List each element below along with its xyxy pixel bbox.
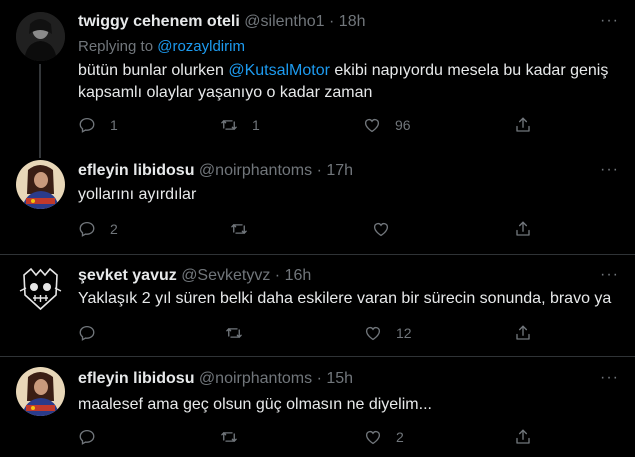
timestamp[interactable]: 16h bbox=[285, 267, 312, 284]
avatar[interactable] bbox=[16, 265, 65, 314]
retweet-icon bbox=[225, 324, 243, 342]
avatar-image bbox=[16, 265, 65, 314]
replying-to: Replying to @rozayldirim bbox=[78, 38, 245, 55]
more-icon[interactable]: ··· bbox=[600, 266, 619, 284]
tweet-header: efleyin libidosu @noirphantoms · 15h bbox=[78, 370, 353, 388]
separator: · bbox=[316, 162, 322, 179]
tweet-text: yollarını ayırdılar bbox=[78, 186, 197, 203]
tweet-text: maalesef ama geç olsun güç olmasın ne di… bbox=[78, 396, 432, 413]
tweet-4[interactable]: efleyin libidosu @noirphantoms · 15h ···… bbox=[0, 358, 635, 457]
avatar-image bbox=[16, 160, 65, 209]
divider bbox=[0, 254, 635, 255]
avatar[interactable] bbox=[16, 367, 65, 416]
separator: · bbox=[316, 370, 322, 387]
reply-icon bbox=[78, 116, 96, 134]
retweet-button[interactable]: 1 bbox=[220, 114, 260, 136]
action-bar: 12 bbox=[78, 322, 538, 344]
share-icon bbox=[514, 220, 532, 238]
like-button[interactable]: 2 bbox=[364, 426, 404, 448]
like-count: 96 bbox=[395, 117, 411, 133]
more-icon[interactable]: ··· bbox=[600, 369, 619, 387]
tweet-text: bütün bunlar olurken @KutsalMotor ekibi … bbox=[78, 60, 618, 104]
share-button[interactable] bbox=[514, 426, 532, 448]
like-count: 2 bbox=[396, 429, 404, 445]
display-name[interactable]: şevket yavuz bbox=[78, 267, 177, 284]
retweet-icon bbox=[220, 116, 238, 134]
tweet-header: efleyin libidosu @noirphantoms · 17h bbox=[78, 162, 353, 180]
action-bar: 2 bbox=[78, 218, 538, 240]
handle[interactable]: @noirphantoms bbox=[199, 162, 312, 179]
share-button[interactable] bbox=[514, 322, 532, 344]
handle[interactable]: @noirphantoms bbox=[199, 370, 312, 387]
separator: · bbox=[329, 13, 335, 30]
avatar[interactable] bbox=[16, 160, 65, 209]
reply-icon bbox=[78, 428, 96, 446]
like-icon bbox=[372, 220, 390, 238]
timestamp[interactable]: 15h bbox=[326, 370, 353, 387]
avatar-image bbox=[16, 12, 65, 61]
thread-line bbox=[39, 152, 41, 158]
like-icon bbox=[363, 116, 381, 134]
mention-link[interactable]: @KutsalMotor bbox=[228, 62, 330, 79]
tweet-3[interactable]: şevket yavuz @Sevketyvz · 16h ··· Yaklaş… bbox=[0, 256, 635, 358]
retweet-count: 1 bbox=[252, 117, 260, 133]
display-name[interactable]: twiggy cehenem oteli bbox=[78, 13, 240, 30]
reply-icon bbox=[78, 220, 96, 238]
reply-button[interactable]: 2 bbox=[78, 218, 118, 240]
tweet-2[interactable]: efleyin libidosu @noirphantoms · 17h ···… bbox=[0, 152, 635, 256]
like-button[interactable]: 12 bbox=[364, 322, 412, 344]
timestamp[interactable]: 18h bbox=[339, 13, 366, 30]
more-icon[interactable]: ··· bbox=[600, 161, 619, 179]
tweet-text: Yaklaşık 2 yıl süren belki daha eskilere… bbox=[78, 290, 612, 307]
reply-button[interactable] bbox=[78, 426, 110, 448]
avatar-image bbox=[16, 367, 65, 416]
retweet-button[interactable] bbox=[225, 322, 257, 344]
share-button[interactable] bbox=[514, 114, 532, 136]
share-icon bbox=[514, 324, 532, 342]
reply-count: 1 bbox=[110, 117, 118, 133]
divider bbox=[0, 356, 635, 357]
replying-to-mention[interactable]: @rozayldirim bbox=[157, 38, 245, 55]
share-icon bbox=[514, 116, 532, 134]
share-icon bbox=[514, 428, 532, 446]
avatar[interactable] bbox=[16, 12, 65, 61]
reply-icon bbox=[78, 324, 96, 342]
tweet-1[interactable]: twiggy cehenem oteli @silentho1 · 18h ··… bbox=[0, 0, 635, 152]
display-name[interactable]: efleyin libidosu bbox=[78, 370, 194, 387]
retweet-icon bbox=[220, 428, 238, 446]
retweet-button[interactable] bbox=[220, 426, 252, 448]
like-button[interactable] bbox=[372, 218, 404, 240]
like-count: 12 bbox=[396, 325, 412, 341]
like-icon bbox=[364, 324, 382, 342]
replying-to-label: Replying to bbox=[78, 38, 154, 55]
like-button[interactable]: 96 bbox=[363, 114, 411, 136]
handle[interactable]: @silentho1 bbox=[244, 13, 324, 30]
reply-button[interactable]: 1 bbox=[78, 114, 118, 136]
retweet-icon bbox=[230, 220, 248, 238]
retweet-button[interactable] bbox=[230, 218, 262, 240]
reply-count: 2 bbox=[110, 221, 118, 237]
action-bar: 1 1 96 bbox=[78, 114, 538, 136]
separator: · bbox=[274, 267, 281, 284]
reply-button[interactable] bbox=[78, 322, 110, 344]
share-button[interactable] bbox=[514, 218, 532, 240]
display-name[interactable]: efleyin libidosu bbox=[78, 162, 194, 179]
timestamp[interactable]: 17h bbox=[326, 162, 353, 179]
handle[interactable]: @Sevketyvz bbox=[181, 267, 270, 284]
tweet-text-part: bütün bunlar olurken bbox=[78, 62, 224, 79]
tweet-header: şevket yavuz @Sevketyvz · 16h bbox=[78, 267, 311, 285]
like-icon bbox=[364, 428, 382, 446]
action-bar: 2 bbox=[78, 426, 538, 448]
more-icon[interactable]: ··· bbox=[600, 12, 619, 30]
thread-line bbox=[39, 64, 41, 152]
tweet-header: twiggy cehenem oteli @silentho1 · 18h bbox=[78, 13, 366, 31]
